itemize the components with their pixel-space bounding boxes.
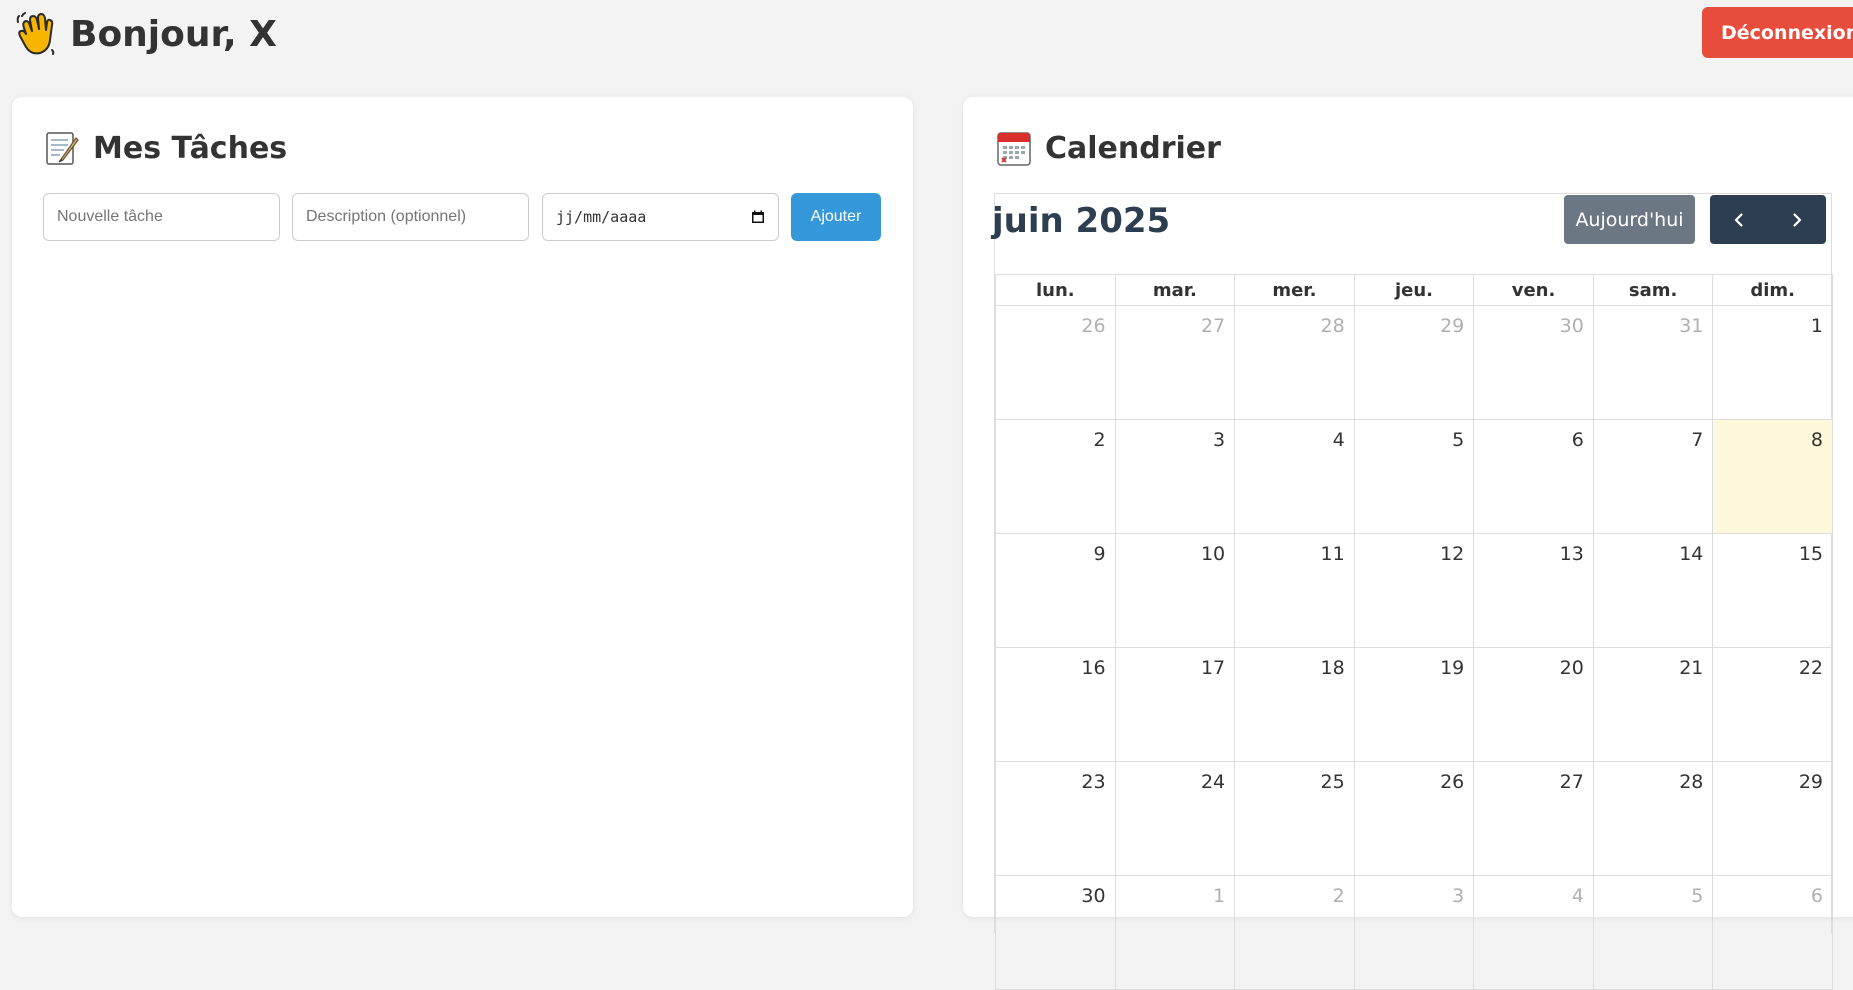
chevron-left-icon: [1734, 212, 1743, 227]
add-task-button[interactable]: Ajouter: [791, 193, 881, 241]
calendar-day-cell[interactable]: 15: [1712, 533, 1833, 648]
calendar-day-cell[interactable]: 23: [995, 761, 1116, 876]
calendar-day-cell[interactable]: 28: [1592, 761, 1714, 876]
calendar-day-cell[interactable]: 3: [1114, 419, 1236, 534]
weekday-header: mar.: [1114, 274, 1236, 306]
weekday-header: sam.: [1592, 274, 1714, 306]
calendar-day-cell[interactable]: 21: [1592, 647, 1714, 762]
calendar-body: 26 27 28 29 30 31 1 2 3 4 5 6 7 8 9 10 11 12 13 14 15 16 17 18 1…: [995, 305, 1833, 990]
calendar-day-cell[interactable]: 1: [1712, 305, 1833, 420]
date-placeholder: jj/mm/aaaa: [556, 208, 647, 226]
chevron-right-icon: [1793, 212, 1802, 227]
weekday-header: ven.: [1473, 274, 1594, 306]
calendar-picker-icon[interactable]: [751, 210, 765, 224]
waving-hand-icon: [14, 12, 58, 56]
calendar-week-row: 2345678: [995, 419, 1833, 534]
calendar-week-row: 26 27 28 29 30 31 1: [995, 305, 1833, 420]
calendar-month-label: juin 2025: [992, 201, 1171, 241]
calendar-widget: juin 2025 Aujourd'hui lun. mar. mer. jeu…: [992, 193, 1833, 990]
calendar-day-cell[interactable]: 27: [1473, 761, 1594, 876]
calendar-day-cell[interactable]: 6: [1473, 419, 1594, 534]
task-date-input[interactable]: jj/mm/aaaa: [542, 193, 779, 241]
calendar-day-cell[interactable]: 6: [1712, 875, 1833, 990]
calendar-day-cell[interactable]: 31: [1592, 305, 1714, 420]
calendar-day-cell[interactable]: 12: [1353, 533, 1475, 648]
calendar-week-row: 16 17 18 19 20 21 22: [995, 647, 1833, 762]
calendar-day-cell[interactable]: 2: [995, 419, 1116, 534]
calendar-day-cell[interactable]: 18: [1234, 647, 1355, 762]
today-button[interactable]: Aujourd'hui: [1564, 195, 1695, 244]
calendar-grid: lun. mar. mer. jeu. ven. sam. dim. 26 27 2…: [995, 274, 1833, 990]
calendar-nav: [1710, 195, 1826, 244]
calendar-day-cell[interactable]: 28: [1234, 305, 1355, 420]
calendar-day-cell[interactable]: 26: [995, 305, 1116, 420]
calendar-week-row: 9 10 11 12 13 14 15: [995, 533, 1833, 648]
calendar-icon: [996, 130, 1032, 166]
calendar-day-cell[interactable]: 27: [1114, 305, 1236, 420]
calendar-day-cell[interactable]: 24: [1114, 761, 1236, 876]
calendar-day-cell[interactable]: 4: [1234, 419, 1355, 534]
calendar-day-cell[interactable]: 11: [1234, 533, 1355, 648]
calendar-day-cell[interactable]: 29: [1712, 761, 1833, 876]
calendar-week-row: 23 24 25 26 27 28 29: [995, 761, 1833, 876]
calendar-day-cell-today[interactable]: 8: [1712, 419, 1833, 534]
calendar-panel: Calendrier juin 2025 Aujourd'hui lun. ma…: [963, 97, 1853, 990]
memo-icon: [44, 130, 80, 166]
greeting: Bonjour, X: [14, 12, 277, 56]
calendar-day-cell[interactable]: 30: [1473, 305, 1594, 420]
weekday-header: lun.: [995, 274, 1116, 306]
calendar-day-cell[interactable]: 29: [1353, 305, 1475, 420]
calendar-day-cell[interactable]: 9: [995, 533, 1116, 648]
calendar-day-cell[interactable]: 2: [1234, 875, 1355, 990]
calendar-day-cell[interactable]: 5: [1592, 875, 1714, 990]
next-month-button[interactable]: [1768, 195, 1826, 244]
calendar-day-cell[interactable]: 4: [1473, 875, 1594, 990]
calendar-heading: Calendrier: [996, 130, 1221, 166]
task-description-input[interactable]: [292, 193, 529, 241]
calendar-day-cell[interactable]: 5: [1353, 419, 1475, 534]
weekday-header-row: lun. mar. mer. jeu. ven. sam. dim.: [995, 274, 1833, 306]
calendar-day-cell[interactable]: 17: [1114, 647, 1236, 762]
prev-month-button[interactable]: [1710, 195, 1768, 244]
calendar-day-cell[interactable]: 10: [1114, 533, 1236, 648]
calendar-day-cell[interactable]: 20: [1473, 647, 1594, 762]
calendar-day-cell[interactable]: 30: [995, 875, 1116, 990]
logout-button[interactable]: Déconnexion: [1702, 7, 1853, 58]
calendar-day-cell[interactable]: 13: [1473, 533, 1594, 648]
calendar-day-cell[interactable]: 14: [1592, 533, 1714, 648]
calendar-day-cell[interactable]: 26: [1353, 761, 1475, 876]
calendar-day-cell[interactable]: 16: [995, 647, 1116, 762]
calendar-day-cell[interactable]: 22: [1712, 647, 1833, 762]
calendar-day-cell[interactable]: 19: [1353, 647, 1475, 762]
calendar-title: Calendrier: [1045, 130, 1221, 166]
calendar-day-cell[interactable]: 7: [1592, 419, 1714, 534]
greeting-text: Bonjour, X: [70, 13, 277, 55]
weekday-header: mer.: [1234, 274, 1355, 306]
calendar-day-cell[interactable]: 25: [1234, 761, 1355, 876]
weekday-header: jeu.: [1353, 274, 1475, 306]
weekday-header: dim.: [1712, 274, 1833, 306]
calendar-day-cell[interactable]: 3: [1353, 875, 1475, 990]
tasks-panel: Mes Tâches jj/mm/aaaa Ajouter: [12, 97, 913, 917]
tasks-heading: Mes Tâches: [44, 130, 287, 166]
page-header: Bonjour, X Déconnexion: [0, 0, 1853, 80]
task-title-input[interactable]: [43, 193, 280, 241]
calendar-week-row: 30 1 2 3 4 5 6: [995, 875, 1833, 990]
calendar-day-cell[interactable]: 1: [1114, 875, 1236, 990]
tasks-title: Mes Tâches: [93, 130, 288, 166]
